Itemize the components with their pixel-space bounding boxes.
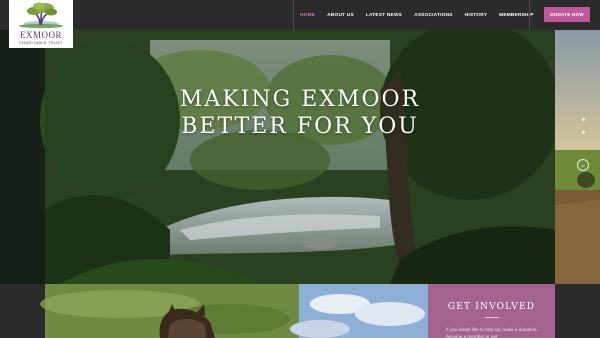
main-nav: HOME ABOUT US LATEST NEWS ASSOCIATIONS H… [293,0,585,30]
slider-dot[interactable] [581,131,585,134]
nav-divider [529,0,530,30]
get-involved-title: GET INVOLVED [428,302,555,318]
get-involved-text: If you would like to help us, make a don… [446,327,538,338]
nav-item-history[interactable]: HISTORY [459,13,493,18]
nav-item-associations[interactable]: ASSOCIATIONS [408,13,459,18]
logo-name: EXMOOR [19,30,62,40]
nav-item-home[interactable]: HOME [294,13,321,18]
hero-image [0,30,600,284]
donate-button[interactable]: DONATE NOW [544,7,590,22]
nav-item-about-us[interactable]: ABOUT US [321,13,360,18]
hero-title-line-2: BETTER FOR YOU [181,114,419,139]
nav-item-membership[interactable]: MEMBERSHIP [493,13,540,18]
get-involved-panel[interactable]: GET INVOLVED If you would like to help u… [428,284,555,338]
site-header: HOME ABOUT US LATEST NEWS ASSOCIATIONS H… [0,0,600,30]
hero-title-line-1: MAKING EXMOOR [179,87,421,112]
slider-dots [580,118,586,144]
slider-dot[interactable] [581,118,585,121]
nav-item-latest-news[interactable]: LATEST NEWS [360,13,408,18]
hero-title: MAKING EXMOOR BETTER FOR YOU [150,86,450,140]
site-logo[interactable]: EXMOOR CHARITABLE TRUST [9,0,73,48]
logo-subtitle: CHARITABLE TRUST [19,40,63,45]
tree-logo-icon [19,2,63,29]
features-section: GET INVOLVED If you would like to help u… [0,284,600,338]
hero-section: MAKING EXMOOR BETTER FOR YOU ⌄ [0,30,600,284]
chevron-down-icon[interactable]: ⌄ [577,159,589,171]
